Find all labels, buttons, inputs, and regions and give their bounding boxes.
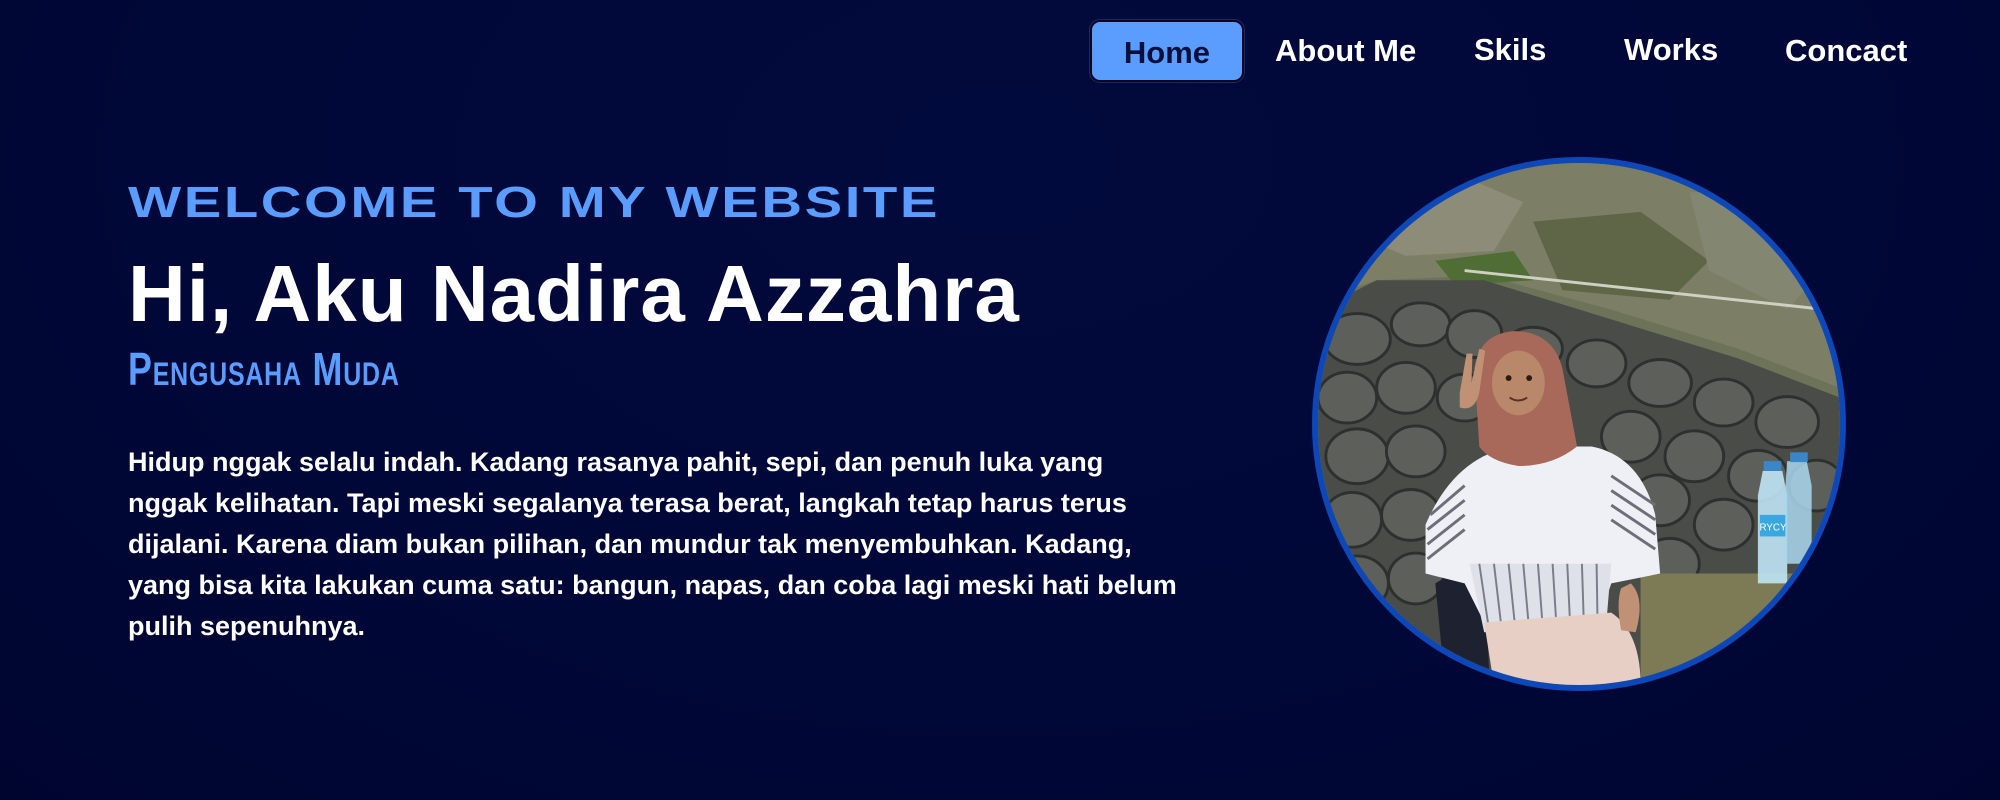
hero-title: Hi, Aku Nadira Azzahra bbox=[128, 249, 1020, 338]
hero-role: Pengusaha Muda bbox=[128, 343, 400, 395]
nav-skils[interactable]: Skils bbox=[1474, 20, 1546, 78]
hero-bio: Hidup nggak selalu indah. Kadang rasanya… bbox=[128, 447, 1177, 641]
nav-concact[interactable]: Concact bbox=[1785, 20, 1907, 78]
bottle-label: RYCY bbox=[1760, 523, 1787, 534]
main-nav: Home About Me Skils Works Concact bbox=[1090, 20, 1950, 82]
profile-photo-illustration: RYCY bbox=[1318, 163, 1840, 685]
nav-home[interactable]: Home bbox=[1090, 20, 1244, 82]
nav-about-me[interactable]: About Me bbox=[1275, 20, 1416, 78]
nav-works[interactable]: Works bbox=[1624, 20, 1718, 78]
welcome-heading: WELCOME TO MY WEBSITE bbox=[128, 178, 941, 227]
profile-photo: RYCY bbox=[1312, 157, 1846, 691]
